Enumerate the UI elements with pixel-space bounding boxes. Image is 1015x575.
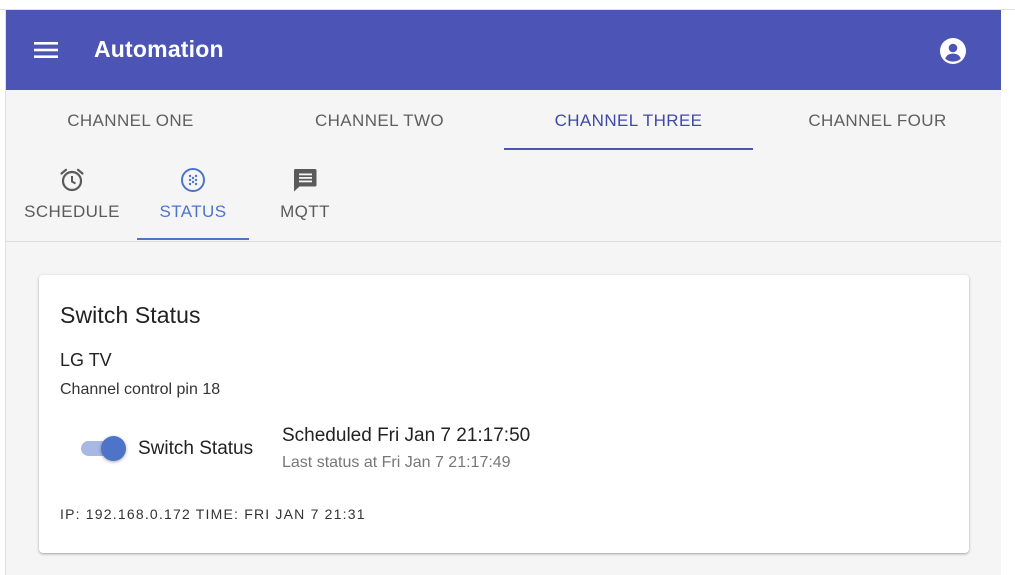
last-status-text: Last status at Fri Jan 7 21:17:49 [282,454,511,471]
channel-tabs: CHANNEL ONE CHANNEL TWO CHANNEL THREE CH… [6,90,1001,152]
account-circle-icon [940,38,966,64]
tab-mqtt[interactable]: MQTT [261,152,349,240]
tab-channel-three-label: CHANNEL THREE [554,111,703,130]
tab-status[interactable]: STATUS [137,152,249,240]
switch-status-card: Switch Status LG TV Channel control pin … [39,275,969,553]
content-area: Switch Status LG TV Channel control pin … [6,242,1001,575]
sub-tabs: SCHEDULE STATUS MQTT [6,152,1001,242]
account-button[interactable] [940,38,966,64]
control-pin-text: Channel control pin 18 [60,381,221,398]
app-title: Automation [94,36,224,62]
card-title: Switch Status [60,302,201,328]
tab-mqtt-label: MQTT [280,202,330,221]
tab-schedule-label: SCHEDULE [24,202,120,221]
menu-icon [34,42,58,58]
tab-channel-one-label: CHANNEL ONE [67,111,194,130]
channel-tab-indicator [504,148,753,150]
switch-status-toggle[interactable] [79,435,127,461]
app-bar: Automation [6,10,1001,90]
tab-channel-two-label: CHANNEL TWO [314,111,445,130]
device-name: LG TV [60,350,112,370]
menu-button[interactable] [34,38,58,62]
toggle-thumb [101,436,126,461]
alarm-clock-icon [60,168,84,192]
switch-status-label[interactable]: Switch Status [138,438,253,460]
window-top-edge [0,0,1015,10]
tab-channel-four-label: CHANNEL FOUR [808,111,947,130]
message-icon [293,169,317,192]
tab-channel-one[interactable]: CHANNEL ONE [6,90,255,152]
tab-schedule[interactable]: SCHEDULE [18,152,126,240]
tab-status-label: STATUS [159,202,227,221]
app-frame: Automation CHANNEL ONE CHANNEL TWO CHANN… [5,10,1001,575]
scheduled-text: Scheduled Fri Jan 7 21:17:50 [282,425,531,446]
tab-channel-four[interactable]: CHANNEL FOUR [753,90,1001,152]
tab-channel-three[interactable]: CHANNEL THREE [504,90,753,152]
sub-tab-indicator [137,238,249,240]
ip-time-info: IP: 192.168.0.172 TIME: FRI JAN 7 21:31 [60,506,366,522]
tab-channel-two[interactable]: CHANNEL TWO [255,90,504,152]
dialpad-circle-icon [181,168,205,192]
